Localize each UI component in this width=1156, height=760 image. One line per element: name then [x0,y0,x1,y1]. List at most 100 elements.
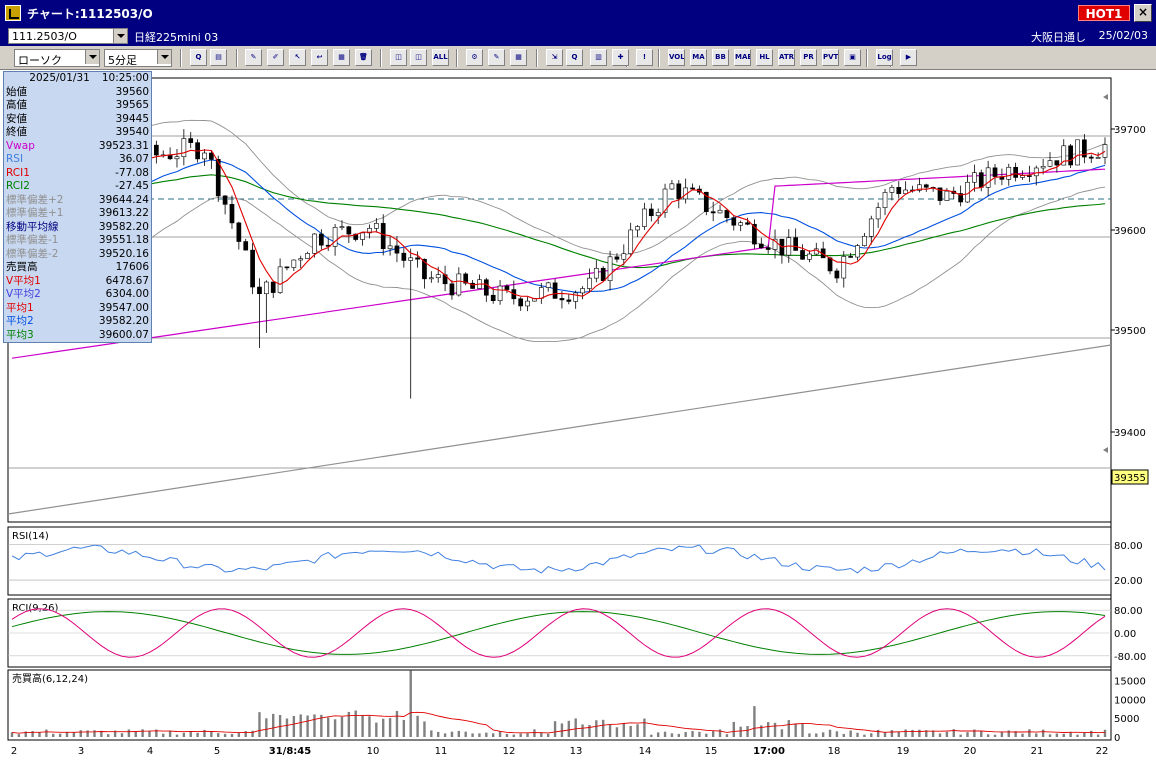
toolbar-button[interactable]: ALL [432,49,449,66]
toolbar-separator [380,49,382,67]
volume-bar [182,732,186,737]
toolbar-button[interactable]: ▶ [900,49,917,66]
volume-bar [705,733,708,737]
candle-body [690,187,695,190]
toolbar-separator [456,49,458,67]
candle-body [277,266,283,293]
chart-area[interactable]: 39700 39600 39500 39400 39355 RSI(14) 80.00 20.… [0,70,1156,760]
candle-body [889,187,895,193]
candle-body [621,253,627,260]
candle-body [827,257,833,272]
candle-body [263,281,269,295]
toolbar-button[interactable]: ▦ [333,49,350,66]
toolbar-button[interactable]: ATR [778,49,795,66]
volume-bar [938,733,942,737]
data-row: 安値 39445 [4,113,151,127]
volume-bar [615,727,619,737]
chart-panel [7,669,1112,741]
close-button[interactable]: × [1134,4,1152,22]
chevron-down-icon[interactable] [113,29,127,43]
toolbar-button[interactable]: Log [876,49,893,66]
candle-body [848,256,854,258]
chart-type-select[interactable]: ローソク [14,49,100,67]
toolbar-button[interactable]: ⚙ [466,49,483,66]
volume-bar [870,733,873,737]
volume-bar [1035,733,1038,737]
toolbar-button[interactable]: ⇲ [546,49,563,66]
data-rows: 始値 39560 高値 39565 安値 39445 終値 39540 Vwap 39523.31… [4,86,151,343]
volume-bar [1007,730,1010,737]
volume-bar [382,718,385,737]
chart-canvas[interactable]: 3970039600395003940039355RSI(14)80.0020.… [0,70,1156,760]
candle-body [1033,167,1039,177]
data-row-value: 6478.67 [105,274,149,287]
toolbar-button[interactable]: ◫ [410,49,427,66]
toolbar-button[interactable]: ! [636,49,653,66]
candle-body [841,256,847,279]
volume-bar [1096,734,1100,737]
data-row-value: 39644.24 [98,193,149,206]
volume-bar [643,718,646,737]
volume-label: 売買高(6,12,24) [12,672,88,685]
volume-bar [801,723,804,737]
volume-bar [553,721,557,737]
toolbar-button[interactable]: ▥ [590,49,607,66]
symbol-combobox[interactable]: 111.2503/O [8,28,128,44]
volume-bar [890,730,894,737]
volume-bar [10,732,14,737]
data-row-label: 終値 [6,126,27,138]
toolbar-button[interactable]: VOL [668,49,685,66]
candle-body [642,208,647,227]
date-label: 25/02/03 [1098,29,1148,42]
toolbar-button[interactable]: HL [756,49,773,66]
data-row-value: 36.07 [118,153,149,165]
volume-bar [650,734,653,737]
x-axis-label: 5 [214,746,220,757]
volume-bar [498,731,502,737]
volume-bar [945,731,949,737]
toolbar-button[interactable]: PR [800,49,817,66]
candle-body [978,172,984,188]
data-row-label: 移動平均線 [6,220,59,233]
price-tick-label: 39700 [1114,125,1146,136]
volume-bar [237,733,241,737]
chevron-down-icon[interactable] [85,50,99,64]
toolbar-button[interactable]: MA [690,49,707,66]
volume-bar [821,732,825,737]
data-row-value: 39582.20 [98,315,149,327]
price-tick-label: 39400 [1114,428,1146,439]
toolbar-button[interactable]: ↖ [289,49,306,66]
toolbar-button[interactable]: BB [712,49,729,66]
data-row-value: 39445 [115,112,149,125]
toolbar-button[interactable]: PVT [822,49,839,66]
volume-bar [636,724,639,737]
toolbar-button[interactable]: ✎ [488,49,505,66]
hot-badge[interactable]: HOT1 [1078,5,1130,21]
toolbar-button[interactable]: ▣ [844,49,861,66]
toolbar-button[interactable]: ◫ [390,49,407,66]
data-row-value: 39540 [115,126,149,138]
toolbar-button[interactable]: Q [190,49,207,66]
candle-body [188,138,194,143]
volume-bar [581,724,584,737]
candle-body [202,152,207,160]
toolbar-button[interactable]: Q [566,49,583,66]
toolbar-button[interactable]: ✐ [267,49,284,66]
toolbar-button[interactable]: ▤ [210,49,227,66]
chevron-down-icon[interactable] [157,50,171,64]
toolbar-button[interactable]: ✚ [612,49,629,66]
volume-bar [375,722,378,737]
toolbar-button[interactable]: ▦ [510,49,527,66]
toolbar-button[interactable]: ↩ [311,49,328,66]
volume-bar [471,733,474,737]
volume-bar [546,733,550,737]
toolbar-button[interactable]: MAE [734,49,751,66]
toolbar-button[interactable]: ✎ [245,49,262,66]
data-row: 移動平均線 39582.20 [4,221,151,235]
interval-select[interactable]: 5分足 [104,49,172,67]
toolbar-button[interactable]: 🗑 [355,49,372,66]
volume-bar [629,726,632,737]
volume-bar [711,731,715,737]
candle-body [614,256,620,260]
candle-body [346,226,352,235]
